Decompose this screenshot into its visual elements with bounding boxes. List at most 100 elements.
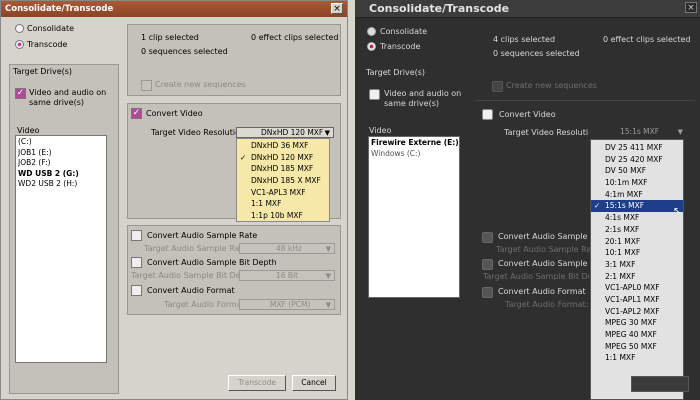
resolution-option[interactable]: 20:1 MXF (591, 236, 683, 248)
target-drives-label: Target Drive(s) (13, 67, 73, 76)
checkmark-icon: ✓ (240, 152, 247, 162)
resolution-option[interactable]: VC1-APL2 MXF (591, 306, 683, 318)
resolution-option[interactable]: 10:1m MXF (591, 177, 683, 189)
resolution-option[interactable]: DNxHD 36 MXF (237, 140, 329, 152)
chevron-down-icon: ▼ (324, 129, 330, 137)
resolution-option[interactable]: DNxHD 185 MXF (237, 163, 329, 175)
convert-bit-depth-checkbox[interactable] (482, 259, 493, 270)
video-drive-list[interactable]: (C:) JOB1 (E:) JOB2 (F:) WD USB 2 (G:) W… (15, 135, 107, 363)
consolidate-radio[interactable] (15, 24, 24, 33)
convert-audio-format-label: Convert Audio Format (147, 286, 235, 295)
drive-item-selected[interactable]: Firewire Externe (E:) (369, 138, 459, 149)
target-video-resolution-dropdown[interactable]: DNxHD 120 MXF ▼ (236, 127, 334, 138)
same-drive-checkbox[interactable]: ✓ (15, 88, 26, 99)
effect-clips-selected-text: 0 effect clips selected (251, 33, 339, 42)
drive-item-selected[interactable]: WD USB 2 (G:) (16, 169, 106, 180)
resolution-option[interactable]: 1:1p 10b MXF (237, 210, 329, 222)
resolution-option[interactable]: 3:1 MXF (591, 259, 683, 271)
resolution-option[interactable]: MPEG 50 MXF (591, 341, 683, 353)
resolution-option[interactable]: 1:1 MXF (591, 352, 683, 364)
resolution-option[interactable]: DNxHD 185 X MXF (237, 175, 329, 187)
resolution-options-menu[interactable]: DNxHD 36 MXF ✓ DNxHD 120 MXF DNxHD 185 MX… (236, 138, 330, 222)
target-sample-rate-label: Target Audio Sample Rate: (144, 244, 251, 253)
resolution-option[interactable]: 1:1 MXF (237, 198, 329, 210)
chevron-down-icon: ▼ (325, 245, 331, 253)
transcode-label: Transcode (27, 40, 68, 49)
mouse-cursor-icon: ↖ (673, 206, 682, 217)
resolution-option[interactable]: 10:1 MXF (591, 247, 683, 259)
clips-selected-text: 1 clip selected (141, 33, 199, 42)
close-button[interactable]: × (331, 3, 343, 14)
sequences-selected-text: 0 sequences selected (493, 49, 580, 58)
resolution-options-menu[interactable]: DV 25 411 MXF DV 25 420 MXF DV 50 MXF 10… (590, 139, 684, 400)
resolution-option-selected[interactable]: ✓ DNxHD 120 MXF (237, 152, 329, 164)
target-video-resolution-dropdown[interactable]: 15:1s MXF ▼ (588, 127, 686, 138)
dialog-title: Consolidate/Transcode (1, 1, 347, 17)
resolution-option[interactable]: VC1-APL0 MXF (591, 282, 683, 294)
audio-format-value: MXF (PCM) (270, 300, 311, 309)
video-drive-list[interactable]: Firewire Externe (E:) Windows (C:) (368, 136, 460, 298)
video-drive-label: Video (369, 126, 392, 135)
target-bit-depth-dropdown[interactable]: 16 Bit ▼ (239, 270, 335, 281)
resolution-option[interactable]: 2:1 MXF (591, 271, 683, 283)
consolidate-label: Consolidate (27, 24, 75, 33)
chevron-down-icon: ▼ (325, 272, 331, 280)
effect-clips-selected-text: 0 effect clips selected (603, 35, 691, 44)
convert-audio-format-label: Convert Audio Format (498, 287, 586, 296)
resolution-option[interactable]: 4:1m MXF (591, 189, 683, 201)
create-new-sequences-checkbox[interactable] (141, 80, 152, 91)
convert-sample-rate-checkbox[interactable] (131, 230, 142, 241)
target-audio-format-label: Target Audio Format: (164, 300, 248, 309)
resolution-option[interactable]: MPEG 40 MXF (591, 329, 683, 341)
drive-item[interactable]: Windows (C:) (369, 149, 459, 160)
convert-bit-depth-label: Convert Audio Sample Bit Depth (147, 258, 277, 267)
create-new-sequences-checkbox[interactable] (492, 81, 503, 92)
resolution-option[interactable]: DV 25 411 MXF (591, 142, 683, 154)
target-bit-depth-label: Target Audio Sample Bit Depth: (483, 272, 589, 281)
convert-video-checkbox[interactable] (482, 109, 493, 120)
target-audio-format-label: Target Audio Format: (505, 300, 589, 309)
resolution-option-selected[interactable]: ✓ 15:1s MXF (591, 200, 683, 213)
transcode-radio[interactable] (15, 40, 24, 49)
selected-resolution: 15:1s MXF (620, 127, 660, 136)
target-sample-rate-dropdown[interactable]: 48 kHz ▼ (239, 243, 335, 254)
close-button[interactable]: × (685, 2, 697, 13)
sample-rate-value: 48 kHz (276, 244, 302, 253)
drive-item[interactable]: JOB1 (E:) (16, 148, 106, 159)
convert-video-checkbox[interactable]: ✓ (131, 108, 142, 119)
target-video-resolution-label: Target Video Resolution: (504, 128, 601, 137)
convert-audio-format-checkbox[interactable] (482, 287, 493, 298)
target-bit-depth-label: Target Audio Sample Bit Depth: (131, 271, 257, 280)
resolution-option[interactable]: DV 50 MXF (591, 165, 683, 177)
target-audio-format-dropdown[interactable]: MXF (PCM) ▼ (239, 299, 335, 310)
resolution-option[interactable]: MPEG 30 MXF (591, 317, 683, 329)
hidden-button[interactable] (631, 376, 689, 392)
convert-audio-format-checkbox[interactable] (131, 285, 142, 296)
convert-sample-rate-label: Convert Audio Sample Rate (147, 231, 258, 240)
transcode-label: Transcode (380, 42, 421, 51)
cancel-button[interactable]: Cancel (292, 375, 336, 391)
consolidate-transcode-dialog-light: Consolidate/Transcode × Consolidate Tran… (0, 0, 348, 400)
drive-item[interactable]: (C:) (16, 137, 106, 148)
resolution-option[interactable]: 4:1s MXF (591, 212, 683, 224)
drive-item[interactable]: JOB2 (F:) (16, 158, 106, 169)
same-drive-checkbox[interactable] (369, 89, 380, 100)
chevron-down-icon: ▼ (325, 301, 331, 309)
convert-sample-rate-checkbox[interactable] (482, 232, 493, 243)
same-drive-label: Video and audio on same drive(s) (384, 89, 462, 108)
create-new-sequences-label: Create new sequences (155, 80, 246, 89)
transcode-radio[interactable] (367, 42, 376, 51)
resolution-option[interactable]: VC1-APL1 MXF (591, 294, 683, 306)
drive-item[interactable]: WD2 USB 2 (H:) (16, 179, 106, 190)
consolidate-radio[interactable] (367, 27, 376, 36)
convert-bit-depth-checkbox[interactable] (131, 257, 142, 268)
target-video-resolution-label: Target Video Resolution: (151, 128, 248, 137)
target-drives-label: Target Drive(s) (366, 68, 426, 77)
convert-video-label: Convert Video (146, 109, 203, 118)
resolution-option[interactable]: VC1-APL3 MXF (237, 187, 329, 199)
clips-selected-text: 4 clips selected (493, 35, 556, 44)
resolution-option[interactable]: 2:1s MXF (591, 224, 683, 236)
checkmark-icon: ✓ (132, 108, 141, 118)
transcode-button[interactable]: Transcode (228, 375, 286, 391)
resolution-option[interactable]: DV 25 420 MXF (591, 154, 683, 166)
